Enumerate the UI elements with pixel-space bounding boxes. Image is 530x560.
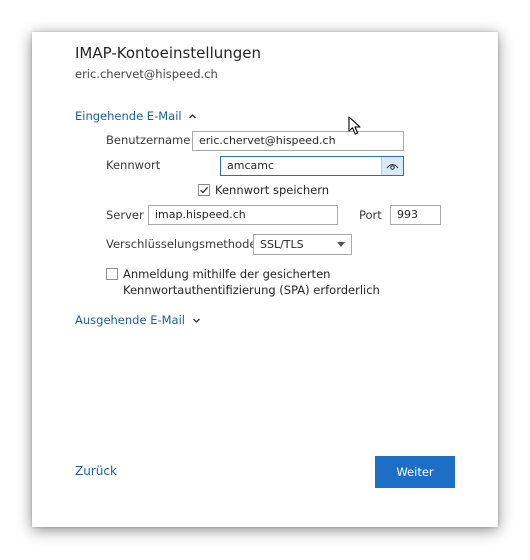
spa-label-line2: Kennwortauthentifizierung (SPA) erforder… (123, 283, 380, 297)
remember-password-label: Kennwort speichern (215, 183, 330, 197)
chevron-down-icon (192, 318, 200, 323)
next-button[interactable]: Weiter (375, 456, 455, 488)
password-input[interactable]: amcamc (220, 156, 404, 176)
outgoing-mail-toggle[interactable]: Ausgehende E-Mail (75, 313, 201, 327)
remember-password-checkbox[interactable] (198, 184, 210, 196)
back-link[interactable]: Zurück (75, 464, 117, 478)
port-input[interactable]: 993 (390, 205, 441, 225)
incoming-mail-label: Eingehende E-Mail (75, 109, 182, 123)
encryption-label: Verschlüsselungsmethode (106, 237, 257, 251)
server-input[interactable]: imap.hispeed.ch (148, 205, 338, 225)
dropdown-arrow-icon (337, 242, 345, 247)
mouse-cursor-icon (348, 116, 361, 135)
imap-settings-dialog: IMAP-Kontoeinstellungen eric.chervet@his… (32, 32, 498, 527)
port-label: Port (359, 208, 382, 222)
username-input[interactable]: eric.chervet@hispeed.ch (192, 131, 404, 151)
checkmark-icon (200, 186, 209, 194)
spa-label-line1: Anmeldung mithilfe der gesicherten (123, 267, 331, 281)
encryption-value: SSL/TLS (260, 238, 304, 251)
chevron-up-icon (189, 114, 197, 119)
password-label: Kennwort (106, 158, 161, 172)
server-label: Server (106, 208, 144, 222)
outgoing-mail-label: Ausgehende E-Mail (75, 313, 185, 327)
spa-label: Anmeldung mithilfe der gesicherten Kennw… (123, 266, 380, 298)
dialog-title: IMAP-Kontoeinstellungen (75, 44, 262, 62)
account-email: eric.chervet@hispeed.ch (75, 67, 218, 81)
username-label: Benutzername (106, 133, 191, 147)
password-value: amcamc (227, 159, 275, 172)
incoming-mail-toggle[interactable]: Eingehende E-Mail (75, 109, 197, 123)
spa-checkbox[interactable] (106, 268, 118, 280)
reveal-password-button[interactable] (381, 157, 403, 175)
remember-password-row[interactable]: Kennwort speichern (198, 183, 329, 197)
encryption-select[interactable]: SSL/TLS (253, 234, 352, 255)
eye-icon (386, 163, 399, 170)
